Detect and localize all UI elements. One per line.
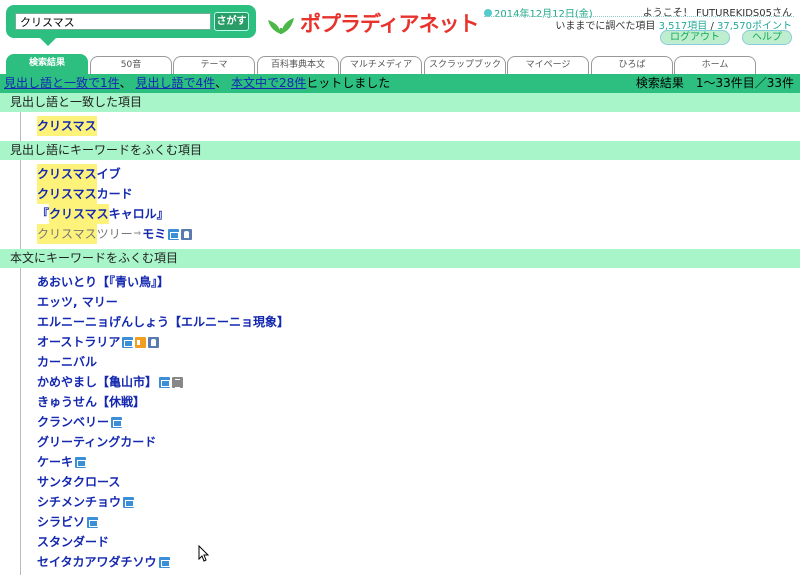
sound-icon[interactable] xyxy=(135,336,147,348)
list-item[interactable]: クリスマス イブ xyxy=(37,164,800,184)
section-contains-title: 見出し語にキーワードをふくむ項目 xyxy=(0,141,800,160)
tab-search-results[interactable]: 検索結果 xyxy=(6,54,88,74)
result-summary: 見出し語と一致で1件、 見出し語で4件、 本文中で28件ヒットしました xyxy=(4,74,390,93)
photo-icon[interactable] xyxy=(168,228,180,240)
tab-home[interactable]: ホーム xyxy=(674,56,756,74)
document-icon[interactable] xyxy=(172,376,184,388)
item-label: スタンダード xyxy=(37,535,110,549)
search-input[interactable] xyxy=(15,13,211,30)
item-label: カーニバル xyxy=(37,355,98,369)
list-item[interactable]: クリスマス ツリー ⇒ モミ xyxy=(37,224,800,244)
photo-icon[interactable] xyxy=(111,416,123,428)
tab-theme[interactable]: テーマ xyxy=(173,56,255,74)
item-label: グリーティングカード xyxy=(37,435,157,449)
list-item[interactable]: セイタカアワダチソウ xyxy=(37,552,800,572)
leaf-logo-icon xyxy=(268,18,294,34)
logout-button[interactable]: ログアウト xyxy=(660,30,730,45)
photo-icon[interactable] xyxy=(123,496,135,508)
photo-icon[interactable] xyxy=(122,336,134,348)
account-buttons: ログアウト ヘルプ xyxy=(660,30,792,45)
item-tail: ツリー xyxy=(96,227,133,241)
separator: 、 xyxy=(119,76,132,90)
section-exact-title: 見出し語と一致した項目 xyxy=(0,93,800,112)
item-label: かめやまし【亀山市】 xyxy=(37,375,158,389)
tab-hiroba[interactable]: ひろば xyxy=(591,56,673,74)
list-item[interactable]: エルニーニョげんしょう【エルニーニョ現象】 xyxy=(37,312,800,332)
keyword-highlight: クリスマス xyxy=(37,184,97,204)
photo-icon[interactable] xyxy=(75,456,87,468)
list-item[interactable]: サンタクロース xyxy=(37,472,800,492)
hit-suffix: ヒットしました xyxy=(306,76,391,90)
item-label: ケーキ xyxy=(37,455,74,469)
photo-icon[interactable] xyxy=(158,556,170,568)
section-exact: クリスマス xyxy=(20,112,800,141)
item-label: エルニーニョげんしょう【エルニーニョ現象】 xyxy=(37,315,290,329)
stats-label: いままでに調べた項目 xyxy=(555,21,656,32)
item-prefix: 『 xyxy=(37,207,50,221)
list-item[interactable]: クランベリー xyxy=(37,412,800,432)
logo[interactable]: ポプラディアネット xyxy=(266,7,480,39)
body-match-link[interactable]: 本文中で28件 xyxy=(231,76,306,90)
item-label: きゅうせん【休戦】 xyxy=(37,395,146,409)
search-button[interactable]: さがす xyxy=(214,12,249,31)
list-item[interactable]: きゅうせん【休戦】 xyxy=(37,392,800,412)
see-also-target[interactable]: モミ xyxy=(142,224,166,244)
keyword-highlight: クリスマス xyxy=(37,164,97,184)
list-item[interactable]: カーニバル xyxy=(37,352,800,372)
mouse-cursor-icon xyxy=(198,545,210,562)
list-item[interactable]: グリーティングカード xyxy=(37,432,800,452)
item-label: あおいとり【『青い鳥』】 xyxy=(37,275,170,289)
keyword-highlight: クリスマス xyxy=(37,116,97,136)
keyword-highlight: クリスマス xyxy=(49,204,109,224)
tab-50on[interactable]: 50音 xyxy=(90,56,172,74)
list-item[interactable]: ケーキ xyxy=(37,452,800,472)
list-item[interactable]: シラビソ xyxy=(37,512,800,532)
list-item[interactable]: クリスマス カード xyxy=(37,184,800,204)
exact-match-link[interactable]: 見出し語と一致で1件 xyxy=(4,76,120,90)
result-summary-bar: 見出し語と一致で1件、 見出し語で4件、 本文中で28件ヒットしました 検索結果… xyxy=(0,74,800,93)
logo-text: ポプラディアネット xyxy=(300,12,480,36)
headword-match-link[interactable]: 見出し語で4件 xyxy=(135,76,215,90)
item-label: シラビソ xyxy=(37,515,86,529)
tab-scrapbook[interactable]: スクラップブック xyxy=(424,56,506,74)
help-button[interactable]: ヘルプ xyxy=(742,30,792,45)
photo-icon[interactable] xyxy=(159,376,171,388)
keyword-highlight: クリスマス xyxy=(37,224,97,244)
list-item[interactable]: オーストラリア xyxy=(37,332,800,352)
photo-icon[interactable] xyxy=(87,516,99,528)
tab-multimedia[interactable]: マルチメディア xyxy=(340,56,422,74)
item-label: オーストラリア xyxy=(37,335,121,349)
list-item[interactable]: スタンダード xyxy=(37,532,800,552)
item-label: エッツ, マリー xyxy=(37,295,118,309)
list-item[interactable]: かめやまし【亀山市】 xyxy=(37,372,800,392)
item-label: クランベリー xyxy=(37,415,110,429)
tab-bar: 検索結果 50音 テーマ 百科事典本文 マルチメディア スクラップブック マイペ… xyxy=(0,54,800,74)
tab-mypage[interactable]: マイページ xyxy=(507,56,589,74)
search-box: さがす xyxy=(6,5,256,46)
item-label: シチメンチョウ xyxy=(37,495,122,509)
tab-encyclopedia[interactable]: 百科事典本文 xyxy=(257,56,339,74)
video-icon[interactable] xyxy=(181,228,193,240)
see-also-icon: ⇒ xyxy=(133,229,142,239)
list-item[interactable]: シチメンチョウ xyxy=(37,492,800,512)
item-label: サンタクロース xyxy=(37,475,121,489)
list-item[interactable]: エッツ, マリー xyxy=(37,292,800,312)
section-body-title: 本文にキーワードをふくむ項目 xyxy=(0,249,800,268)
result-count: 検索結果 1〜33件目／33件 xyxy=(635,76,794,90)
video-icon[interactable] xyxy=(148,336,160,348)
item-label: セイタカアワダチソウ xyxy=(37,555,157,569)
section-body: あおいとり【『青い鳥』】 エッツ, マリー エルニーニョげんしょう【エルニーニョ… xyxy=(20,268,800,575)
header: さがす ポプラディアネット 2014年12月12日(金) ようこそ！ FUTUR… xyxy=(0,0,800,52)
item-tail: カード xyxy=(96,187,133,201)
list-item[interactable]: 『クリスマス キャロル』 xyxy=(37,204,800,224)
item-tail: イブ xyxy=(96,167,121,181)
separator: 、 xyxy=(215,76,228,90)
list-item[interactable]: あおいとり【『青い鳥』】 xyxy=(37,272,800,292)
section-contains: クリスマス イブ クリスマス カード 『クリスマス キャロル』 クリスマス ツリー ⇒ モミ xyxy=(20,160,800,249)
results-content: 見出し語と一致した項目 クリスマス 見出し語にキーワードをふくむ項目 クリスマス… xyxy=(0,93,800,575)
list-item[interactable]: クリスマス xyxy=(37,116,800,136)
item-tail: キャロル』 xyxy=(108,207,169,221)
